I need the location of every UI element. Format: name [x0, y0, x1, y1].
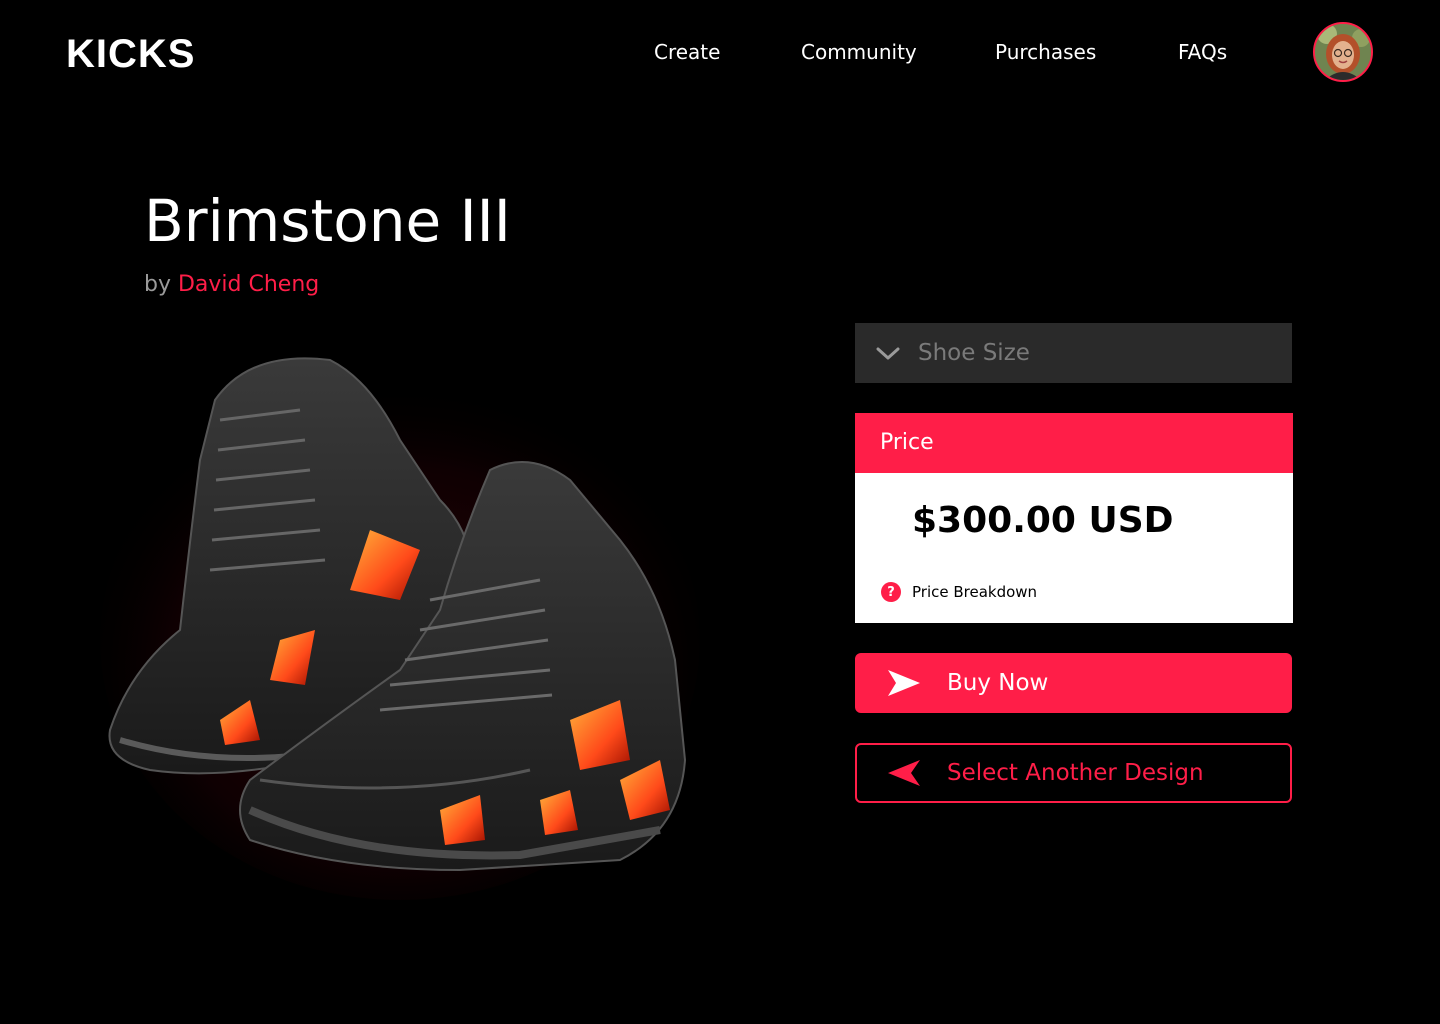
back-arrow-icon: [888, 760, 920, 786]
shoe-size-select[interactable]: Shoe Size: [855, 323, 1292, 383]
price-card: Price $300.00 USD ? Price Breakdown: [855, 413, 1293, 623]
buy-now-label: Buy Now: [947, 670, 1049, 696]
price-amount: $300.00 USD: [912, 500, 1174, 541]
nav-faqs[interactable]: FAQs: [1178, 38, 1227, 66]
chevron-down-icon: [876, 347, 900, 360]
logo[interactable]: KICKS: [66, 34, 195, 74]
nav-purchases[interactable]: Purchases: [995, 38, 1096, 66]
product-title: Brimstone III: [144, 187, 511, 255]
author-link[interactable]: David Cheng: [178, 272, 319, 297]
price-header: Price: [855, 413, 1293, 473]
buy-now-button[interactable]: Buy Now: [855, 653, 1292, 713]
select-another-design-label: Select Another Design: [947, 760, 1204, 786]
price-breakdown-link[interactable]: ? Price Breakdown: [881, 581, 1037, 603]
avatar-portrait: [1315, 24, 1371, 80]
product-page: KICKS Create Community Purchases FAQs Br…: [0, 0, 1440, 1024]
question-icon: ?: [881, 582, 901, 602]
product-image: [100, 340, 700, 900]
select-another-design-button[interactable]: Select Another Design: [855, 743, 1292, 803]
byline: by David Cheng: [144, 270, 319, 300]
nav-community[interactable]: Community: [801, 38, 917, 66]
byline-prefix: by: [144, 272, 171, 297]
avatar[interactable]: [1313, 22, 1373, 82]
price-breakdown-label: Price Breakdown: [912, 583, 1038, 601]
nav-create[interactable]: Create: [654, 38, 720, 66]
shoe-size-placeholder: Shoe Size: [918, 340, 1030, 366]
price-heading: Price: [880, 430, 934, 455]
send-arrow-icon: [888, 670, 920, 696]
